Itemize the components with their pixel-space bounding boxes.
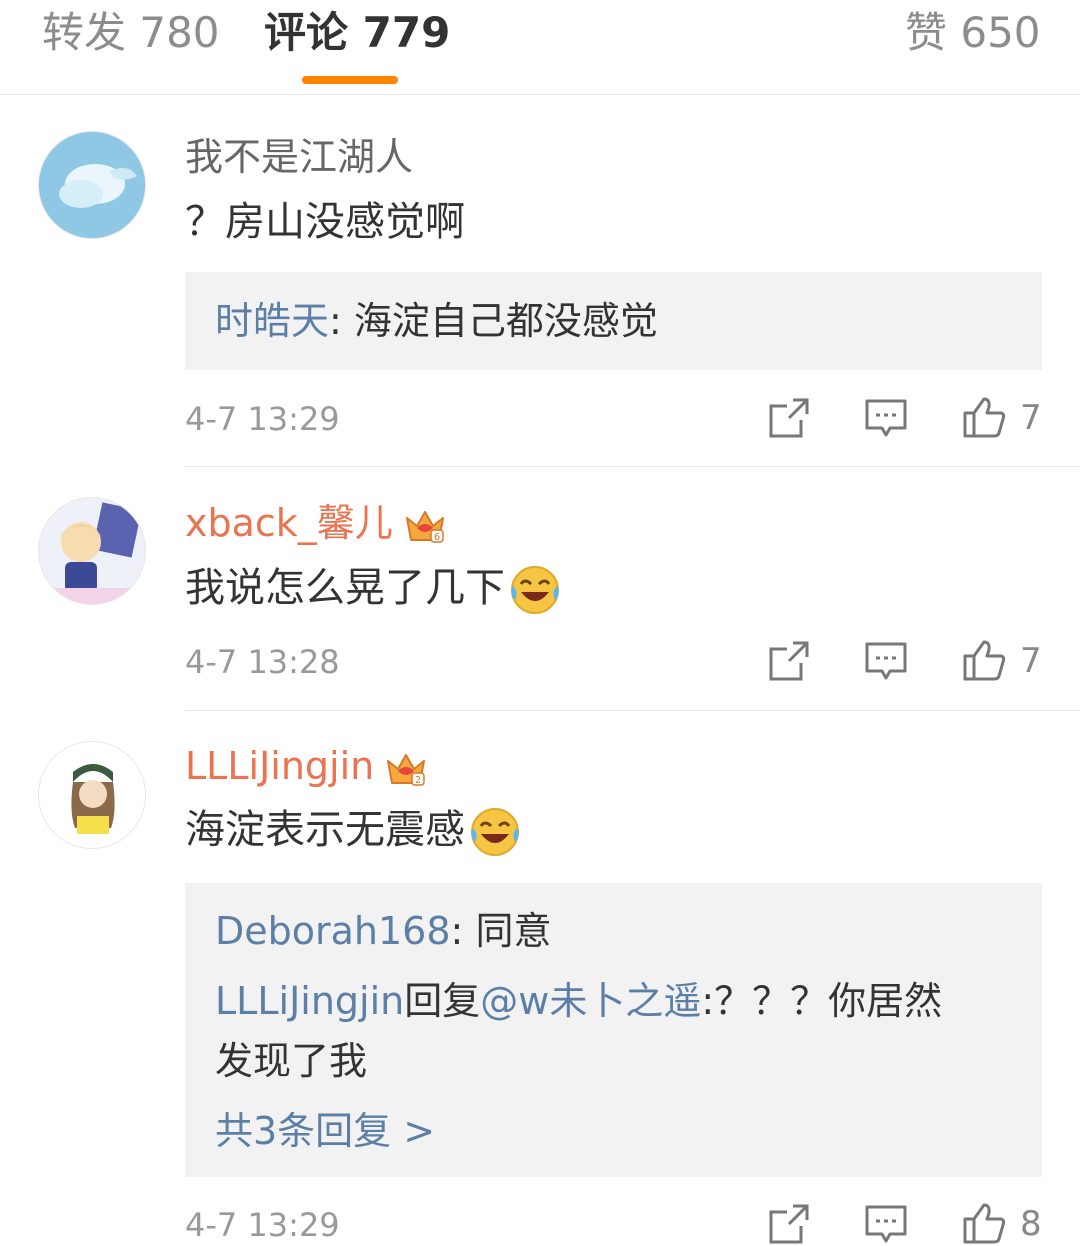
comment-text-content: 海淀表示无震感 bbox=[185, 807, 465, 853]
like-icon[interactable] bbox=[962, 638, 1006, 682]
comment-username[interactable]: LLLiJingjin 2 bbox=[185, 741, 428, 791]
comment-text: 我说怎么晃了几下 bbox=[185, 561, 561, 616]
reply-author-link[interactable]: LLLiJingjin bbox=[215, 979, 404, 1023]
reply-author-link[interactable]: Deborah168 bbox=[215, 909, 451, 953]
comment-icon[interactable] bbox=[864, 639, 908, 683]
reply-box[interactable]: Deborah168: 同意 LLLiJingjin回复@w未卜之遥:？？？你居… bbox=[185, 883, 1042, 1177]
svg-text:6: 6 bbox=[434, 532, 440, 543]
like-icon[interactable] bbox=[962, 1201, 1006, 1245]
comment-text-content: 我说怎么晃了几下 bbox=[185, 565, 505, 611]
reply-line: LLLiJingjin回复@w未卜之遥:？？？你居然 bbox=[215, 975, 942, 1027]
view-more-replies-link[interactable]: 共3条回复 > bbox=[215, 1105, 435, 1157]
username-text: xback_馨儿 bbox=[185, 501, 393, 545]
comment-time: 4-7 13:29 bbox=[185, 400, 340, 438]
reply-text: :？？？你居然 bbox=[701, 979, 943, 1023]
reply-separator: : bbox=[450, 909, 476, 953]
divider bbox=[185, 466, 1080, 467]
laughing-crying-emoji-icon bbox=[511, 566, 559, 614]
vip-crown-icon: 6 bbox=[405, 510, 444, 543]
like-count: 7 bbox=[1020, 641, 1042, 681]
comment-time: 4-7 13:29 bbox=[185, 1206, 340, 1244]
vip-crown-icon: 2 bbox=[387, 753, 426, 786]
tab-repost[interactable]: 转发 780 bbox=[42, 6, 220, 60]
tab-comments[interactable]: 评论 779 bbox=[264, 6, 450, 60]
comment-icon[interactable] bbox=[864, 1202, 908, 1246]
reply-mention-link[interactable]: @w未卜之遥 bbox=[480, 979, 701, 1023]
reply-line: Deborah168: 同意 bbox=[215, 905, 551, 957]
like-icon[interactable] bbox=[962, 395, 1006, 439]
laughing-crying-emoji-icon bbox=[471, 808, 519, 856]
reply-verb: 回复 bbox=[404, 979, 481, 1023]
share-icon[interactable] bbox=[767, 396, 811, 440]
avatar[interactable] bbox=[38, 497, 146, 605]
reply-separator: : bbox=[329, 299, 354, 343]
reply-line: 时皓天: 海淀自己都没感觉 bbox=[215, 295, 658, 347]
comment-username[interactable]: xback_馨儿 6 bbox=[185, 498, 447, 548]
reply-line-continued: 发现了我 bbox=[215, 1039, 368, 1083]
reply-text: 海淀自己都没感觉 bbox=[353, 299, 658, 343]
comment-username[interactable]: 我不是江湖人 bbox=[185, 132, 413, 182]
comment-icon[interactable] bbox=[864, 396, 908, 440]
svg-text:2: 2 bbox=[415, 775, 421, 786]
avatar[interactable] bbox=[38, 131, 146, 239]
divider bbox=[185, 710, 1080, 711]
comment-text: 海淀表示无震感 bbox=[185, 803, 521, 858]
active-tab-indicator bbox=[302, 76, 398, 84]
tab-bar: 转发 780 评论 779 赞 650 bbox=[0, 0, 1080, 95]
tab-likes[interactable]: 赞 650 bbox=[905, 6, 1041, 60]
like-count: 7 bbox=[1020, 398, 1042, 438]
share-icon[interactable] bbox=[767, 639, 811, 683]
reply-text: 同意 bbox=[475, 909, 552, 953]
avatar[interactable] bbox=[38, 741, 146, 849]
comment-text: ？房山没感觉啊 bbox=[185, 199, 465, 245]
username-text: LLLiJingjin bbox=[185, 744, 375, 788]
comment-time: 4-7 13:28 bbox=[185, 643, 340, 681]
like-count: 8 bbox=[1020, 1204, 1042, 1244]
reply-box[interactable]: 时皓天: 海淀自己都没感觉 bbox=[185, 272, 1042, 370]
share-icon[interactable] bbox=[767, 1202, 811, 1246]
reply-author-link[interactable]: 时皓天 bbox=[215, 299, 329, 343]
